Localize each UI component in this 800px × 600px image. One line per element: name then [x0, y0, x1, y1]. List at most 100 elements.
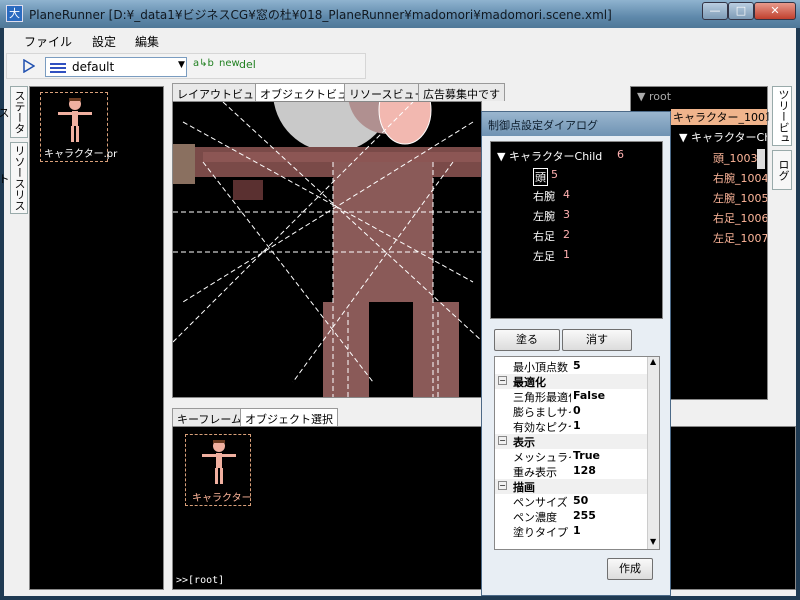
collapse-icon[interactable]: −: [498, 436, 507, 445]
new-button[interactable]: new: [219, 58, 240, 69]
prop-category-optimize[interactable]: − 最適化: [495, 374, 647, 389]
collapse-icon[interactable]: −: [498, 481, 507, 490]
right-tabs: ツリービュー ログ: [761, 86, 792, 190]
tree-item[interactable]: 右足_1006: [713, 210, 767, 226]
dialog-tree-num: 1: [563, 248, 570, 261]
resource-panel: キャラクター.pr: [29, 86, 164, 590]
dialog-tree-root-label: キャラクターChild: [508, 150, 603, 163]
prop-value: 1: [573, 419, 581, 432]
prop-row[interactable]: 重み表示 128: [495, 464, 647, 479]
tree-selected-node[interactable]: キャラクター_1001: [671, 109, 767, 125]
prop-row[interactable]: メッシュライン True: [495, 449, 647, 464]
prop-name: 膨らましサイズ: [513, 406, 571, 419]
object-view-canvas[interactable]: [172, 101, 482, 398]
scene-select-value: default: [72, 60, 115, 74]
dialog-title-bar[interactable]: 制御点設定ダイアログ: [482, 112, 670, 136]
tab-log[interactable]: ログ: [772, 150, 792, 190]
menu-edit[interactable]: 編集: [135, 33, 159, 50]
dialog-tree-item[interactable]: 右足: [533, 228, 555, 244]
scroll-down-icon[interactable]: ▼: [650, 537, 656, 546]
dialog-tree-item[interactable]: 頭: [533, 168, 548, 186]
tab-tree-view[interactable]: ツリービュー: [761, 86, 792, 146]
minimize-button[interactable]: —: [702, 2, 728, 20]
prop-category-draw[interactable]: − 描画: [495, 479, 647, 494]
collapse-icon[interactable]: −: [498, 376, 507, 385]
resource-item-label: キャラクター.pr: [44, 149, 118, 160]
tab-resource-list[interactable]: リソースリスト: [0, 142, 28, 214]
prop-row[interactable]: 三角形最適化 False: [495, 389, 647, 404]
paint-button[interactable]: 塗る: [494, 329, 560, 351]
tree-root[interactable]: ▼ root: [637, 90, 671, 103]
dialog-tree-num: 2: [563, 228, 570, 241]
prop-name: 有効なピクセル: [513, 421, 571, 434]
create-button[interactable]: 作成: [607, 558, 653, 580]
prop-name: 最小頂点数: [513, 361, 568, 374]
prop-row[interactable]: 塗りタイプ 1: [495, 524, 647, 539]
prop-value: 0: [573, 404, 581, 417]
play-icon[interactable]: [23, 59, 35, 73]
object-item-label: キャラクター: [192, 493, 252, 504]
resource-item[interactable]: キャラクター.pr: [40, 92, 117, 162]
side-tabs: ステータス リソースリスト: [0, 86, 28, 214]
prop-category-label: 最適化: [513, 376, 546, 389]
title-bar: 大 PlaneRunner [D:¥_data1¥ビジネスCG¥窓の杜¥018_…: [0, 0, 800, 28]
control-point-dialog: 制御点設定ダイアログ ▼ キャラクターChild 6 頭 5 右腕 4 左腕 3…: [481, 111, 671, 596]
prop-value: 1: [573, 524, 581, 537]
prop-name: 三角形最適化: [513, 391, 571, 404]
dialog-tree: ▼ キャラクターChild 6 頭 5 右腕 4 左腕 3 右足 2 左足 1: [490, 141, 663, 319]
tab-object-select[interactable]: オブジェクト選択: [240, 408, 338, 426]
character-mesh: [173, 102, 481, 397]
dialog-tree-item[interactable]: 右腕: [533, 188, 555, 204]
tree-item[interactable]: 右腕_1004: [713, 170, 767, 186]
prop-row[interactable]: 膨らましサイズ 0: [495, 404, 647, 419]
dialog-tree-num: 4: [563, 188, 570, 201]
view-tabs: レイアウトビュー オブジェクトビュー リソースビュー 広告募集中です: [172, 83, 512, 101]
dialog-title: 制御点設定ダイアログ: [488, 119, 598, 132]
path-status: >>[root]: [176, 575, 225, 586]
character-thumbnail: [202, 440, 236, 484]
tree-child-label: キャラクターChild: [690, 131, 767, 144]
prop-name: 塗りタイプ: [513, 526, 568, 539]
prop-category-label: 描画: [513, 481, 535, 494]
dialog-tree-root[interactable]: ▼ キャラクターChild: [497, 148, 602, 164]
scroll-up-icon[interactable]: ▲: [650, 357, 656, 366]
prop-name: 重み表示: [513, 466, 557, 479]
tab-keyframe[interactable]: キーフレーム: [172, 408, 248, 426]
prop-category-display[interactable]: − 表示: [495, 434, 647, 449]
prop-row[interactable]: ペンサイズ 50: [495, 494, 647, 509]
prop-name: メッシュライン: [513, 451, 571, 464]
tree-item[interactable]: 左足_1007: [713, 230, 767, 246]
property-scrollbar[interactable]: ▲ ▼: [647, 357, 659, 549]
app-icon[interactable]: 大: [6, 5, 23, 22]
menu-file[interactable]: ファイル: [24, 33, 72, 50]
tree-item[interactable]: 頭_1003: [713, 150, 758, 166]
scrollbar-thumb[interactable]: [757, 149, 765, 169]
dialog-tree-num: 5: [551, 168, 558, 181]
character-thumbnail: [58, 98, 92, 142]
list-icon: [50, 63, 66, 73]
delete-button[interactable]: del: [239, 58, 256, 71]
prop-value: 255: [573, 509, 596, 522]
maximize-button[interactable]: □: [728, 2, 754, 20]
scene-select[interactable]: default ▼: [45, 57, 187, 77]
chevron-down-icon[interactable]: ▼: [178, 60, 185, 70]
bottom-tabs: キーフレーム オブジェクト選択: [172, 408, 372, 426]
tab-ad[interactable]: 広告募集中です: [418, 83, 505, 101]
rename-button[interactable]: a↳b: [193, 58, 214, 69]
dialog-tree-item[interactable]: 左腕: [533, 208, 555, 224]
prop-value: 5: [573, 359, 581, 372]
dialog-tree-item[interactable]: 左足: [533, 248, 555, 264]
tree-item[interactable]: 左腕_1005: [713, 190, 767, 206]
tab-status[interactable]: ステータス: [0, 86, 28, 138]
tree-child-node[interactable]: ▼ キャラクターChild: [679, 129, 767, 145]
property-grid: 最小頂点数 5 − 最適化 三角形最適化 False 膨らましサイズ 0 有効な…: [494, 356, 660, 550]
prop-row[interactable]: ペン濃度 255: [495, 509, 647, 524]
prop-row[interactable]: 有効なピクセル 1: [495, 419, 647, 434]
object-item[interactable]: キャラクター: [185, 434, 252, 506]
erase-button[interactable]: 消す: [562, 329, 632, 351]
prop-name: ペン濃度: [513, 511, 557, 524]
menu-settings[interactable]: 設定: [92, 33, 116, 50]
close-button[interactable]: ✕: [754, 2, 796, 20]
prop-row[interactable]: 最小頂点数 5: [495, 359, 647, 374]
toolbar: default ▼ a↳b new del: [6, 53, 366, 79]
